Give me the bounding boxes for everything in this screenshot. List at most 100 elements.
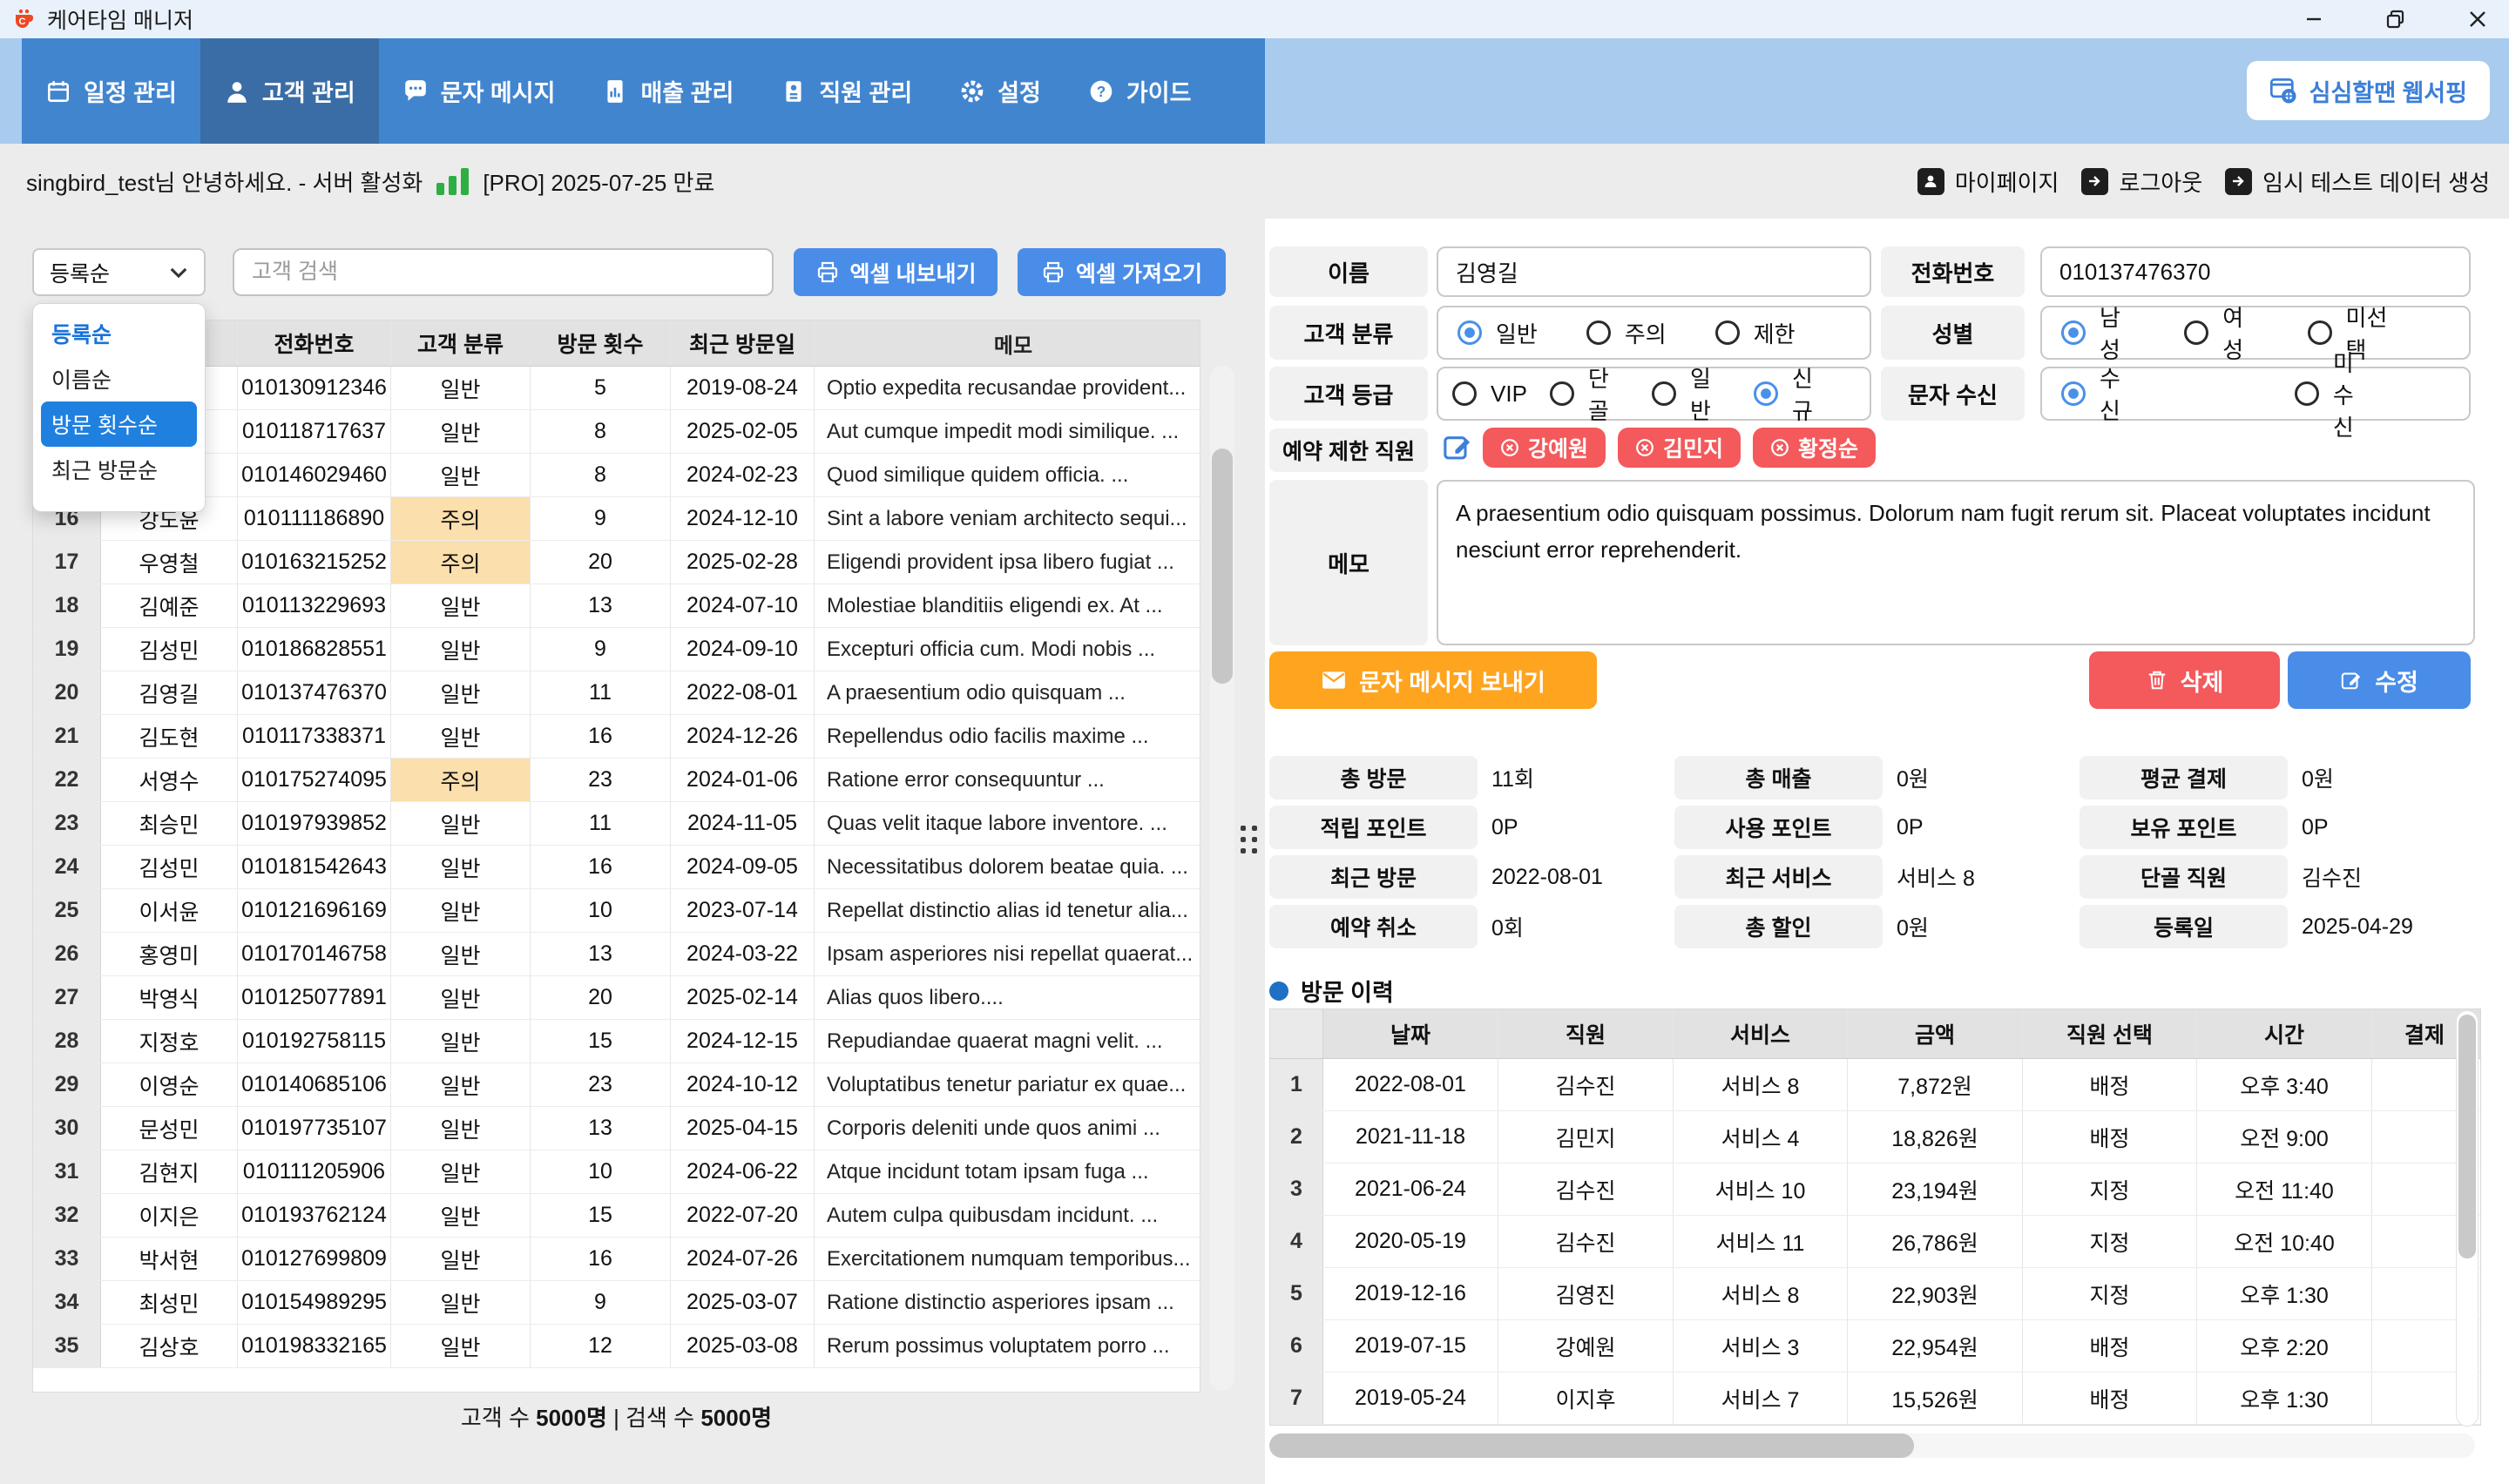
table-row[interactable]: 35 김상호 010198332165 일반 12 2025-03-08 Rer… [33, 1325, 1200, 1368]
table-row[interactable]: 010146029460 일반 8 2024-02-23 Quod simili… [33, 454, 1200, 497]
radio-option[interactable]: 제한 [1715, 317, 1796, 349]
sort-option-recent-visit[interactable]: 최근 방문순 [41, 447, 197, 492]
phone-input[interactable] [2040, 246, 2471, 297]
sort-option-visit-count[interactable]: 방문 횟수순 [41, 401, 197, 447]
tab-label: 매출 관리 [640, 74, 734, 108]
name-input[interactable] [1437, 246, 1871, 297]
table-row[interactable]: 18 김예준 010113229693 일반 13 2024-07-10 Mol… [33, 584, 1200, 628]
table-row[interactable]: 20 김영길 010137476370 일반 11 2022-08-01 A p… [33, 671, 1200, 715]
search-count-label: 검색 수 [626, 1405, 694, 1431]
history-row[interactable]: 7 2019-05-24 이지후 서비스 7 15,526원 배정 오후 1:3… [1270, 1373, 2480, 1425]
radio-option[interactable]: 일반 [1457, 317, 1538, 349]
radio-label: 미선택 [2346, 300, 2401, 365]
table-row[interactable]: 34 최성민 010154989295 일반 9 2025-03-07 Rati… [33, 1281, 1200, 1325]
table-row[interactable]: 30 문성민 010197735107 일반 13 2025-04-15 Cor… [33, 1107, 1200, 1150]
cell-date: 2019-07-15 [1323, 1320, 1498, 1372]
send-sms-button[interactable]: 문자 메시지 보내기 [1269, 651, 1597, 709]
tab-sales[interactable]: 매출 관리 [578, 38, 757, 144]
radio-option[interactable]: VIP [1452, 381, 1527, 408]
radio-label: 신규 [1792, 361, 1833, 426]
svg-text:?: ? [1097, 82, 1106, 99]
history-row[interactable]: 5 2019-12-16 김영진 서비스 8 22,903원 지정 오후 1:3… [1270, 1268, 2480, 1320]
radio-option[interactable]: 일반 [1652, 361, 1731, 426]
staff-tag[interactable]: 강예원 [1483, 428, 1606, 468]
cell-number: 5 [1270, 1268, 1323, 1319]
table-row[interactable]: 16 강도윤 010111186890 주의 9 2024-12-10 Sint… [33, 497, 1200, 541]
sort-option-name[interactable]: 이름순 [41, 356, 197, 401]
cell-visits: 20 [531, 541, 671, 583]
tab-sms[interactable]: 문자 메시지 [379, 38, 579, 144]
cell-amount: 22,903원 [1848, 1268, 2023, 1319]
server-signal-icon [436, 167, 469, 195]
table-row[interactable]: 21 김도현 010117338371 일반 16 2024-12-26 Rep… [33, 715, 1200, 759]
table-row[interactable]: 31 김현지 010111205906 일반 10 2024-06-22 Atq… [33, 1150, 1200, 1194]
table-row[interactable]: 19 김성민 010186828551 일반 9 2024-09-10 Exce… [33, 628, 1200, 671]
history-row[interactable]: 3 2021-06-24 김수진 서비스 10 23,194원 지정 오전 11… [1270, 1164, 2480, 1216]
remove-tag-icon[interactable] [1770, 438, 1789, 457]
radio-option[interactable]: 주의 [1586, 317, 1667, 349]
table-row[interactable]: 26 홍영미 010170146758 일반 13 2024-03-22 Ips… [33, 933, 1200, 976]
close-button[interactable] [2462, 3, 2493, 35]
sort-dropdown[interactable]: 등록순 [32, 248, 206, 296]
table-row[interactable]: 17 우영철 010163215252 주의 20 2025-02-28 Eli… [33, 541, 1200, 584]
history-row[interactable]: 1 2022-08-01 김수진 서비스 8 7,872원 배정 오후 3:40… [1270, 1059, 2480, 1111]
table-row[interactable]: 010130912346 일반 5 2019-08-24 Optio exped… [33, 367, 1200, 410]
history-row[interactable]: 2 2021-11-18 김민지 서비스 4 18,826원 배정 오전 9:0… [1270, 1111, 2480, 1164]
history-row[interactable]: 6 2019-07-15 강예원 서비스 3 22,954원 배정 오후 2:2… [1270, 1320, 2480, 1373]
tab-schedule[interactable]: 일정 관리 [22, 38, 200, 144]
cell-visits: 23 [531, 1063, 671, 1106]
minimize-button[interactable] [2298, 3, 2330, 35]
panel-resize-handle[interactable] [1241, 826, 1257, 853]
table-row[interactable]: 28 지정호 010192758115 일반 15 2024-12-15 Rep… [33, 1020, 1200, 1063]
table-row[interactable]: 23 최승민 010197939852 일반 11 2024-11-05 Qua… [33, 802, 1200, 846]
scrollbar-thumb[interactable] [1269, 1433, 1914, 1458]
table-row[interactable]: 32 이지은 010193762124 일반 15 2022-07-20 Aut… [33, 1194, 1200, 1238]
cell-number: 1 [1270, 1059, 1323, 1110]
cell-time: 오후 1:30 [2197, 1373, 2372, 1424]
printer-icon [1041, 260, 1065, 285]
delete-button[interactable]: 삭제 [2089, 651, 2280, 709]
tab-settings[interactable]: 설정 [936, 38, 1065, 144]
logout-link[interactable]: 로그아웃 [2081, 165, 2202, 198]
maximize-button[interactable] [2380, 3, 2411, 35]
remove-tag-icon[interactable] [1500, 438, 1519, 457]
tab-guide[interactable]: ? 가이드 [1065, 38, 1215, 144]
cell-service: 서비스 8 [1674, 1268, 1848, 1319]
table-row[interactable]: 33 박서현 010127699809 일반 16 2024-07-26 Exe… [33, 1238, 1200, 1281]
radio-option[interactable]: 여성 [2184, 300, 2258, 365]
table-row[interactable]: 010118717637 일반 8 2025-02-05 Aut cumque … [33, 410, 1200, 454]
radio-option[interactable]: 수신 [2061, 361, 2120, 426]
table-row[interactable]: 27 박영식 010125077891 일반 20 2025-02-14 Ali… [33, 976, 1200, 1020]
web-surfing-button[interactable]: 심심할땐 웹서핑 [2247, 61, 2490, 120]
sort-option-registered[interactable]: 등록순 [41, 311, 197, 356]
gear-icon [959, 78, 985, 105]
staff-tag[interactable]: 김민지 [1618, 428, 1741, 468]
radio-option[interactable]: 신규 [1754, 361, 1833, 426]
radio-icon [1457, 320, 1482, 345]
excel-export-button[interactable]: 엑셀 내보내기 [794, 248, 998, 296]
memo-textarea[interactable]: A praesentium odio quisquam possimus. Do… [1437, 480, 2475, 645]
radio-option[interactable]: 단골 [1550, 361, 1629, 426]
cell-visits: 11 [531, 802, 671, 845]
mypage-link[interactable]: 마이페이지 [1917, 165, 2059, 198]
table-row[interactable]: 25 이서윤 010121696169 일반 10 2023-07-14 Rep… [33, 889, 1200, 933]
radio-option[interactable]: 남성 [2061, 300, 2135, 365]
excel-import-button[interactable]: 엑셀 가져오기 [1018, 248, 1226, 296]
edit-button[interactable]: 수정 [2288, 651, 2471, 709]
search-input[interactable] [233, 248, 774, 296]
edit-tags-icon[interactable] [1442, 431, 1473, 462]
remove-tag-icon[interactable] [1635, 438, 1654, 457]
radio-option[interactable]: 미수신 [2295, 346, 2354, 442]
radio-label: 미수신 [2333, 346, 2354, 442]
table-row[interactable]: 29 이영순 010140685106 일반 23 2024-10-12 Vol… [33, 1063, 1200, 1107]
history-header: 날짜 직원 서비스 금액 직원 선택 시간 결제 [1270, 1009, 2480, 1059]
scrollbar-thumb[interactable] [1212, 449, 1233, 684]
tab-customers[interactable]: 고객 관리 [200, 38, 379, 144]
staff-tag[interactable]: 황정순 [1753, 428, 1876, 468]
table-row[interactable]: 22 서영수 010175274095 주의 23 2024-01-06 Rat… [33, 759, 1200, 802]
scrollbar-thumb[interactable] [2458, 1015, 2476, 1258]
generate-test-data-link[interactable]: 임시 테스트 데이터 생성 [2225, 165, 2490, 198]
table-row[interactable]: 24 김성민 010181542643 일반 16 2024-09-05 Nec… [33, 846, 1200, 889]
tab-staff[interactable]: 직원 관리 [757, 38, 936, 144]
history-row[interactable]: 4 2020-05-19 김수진 서비스 11 26,786원 지정 오전 10… [1270, 1216, 2480, 1268]
